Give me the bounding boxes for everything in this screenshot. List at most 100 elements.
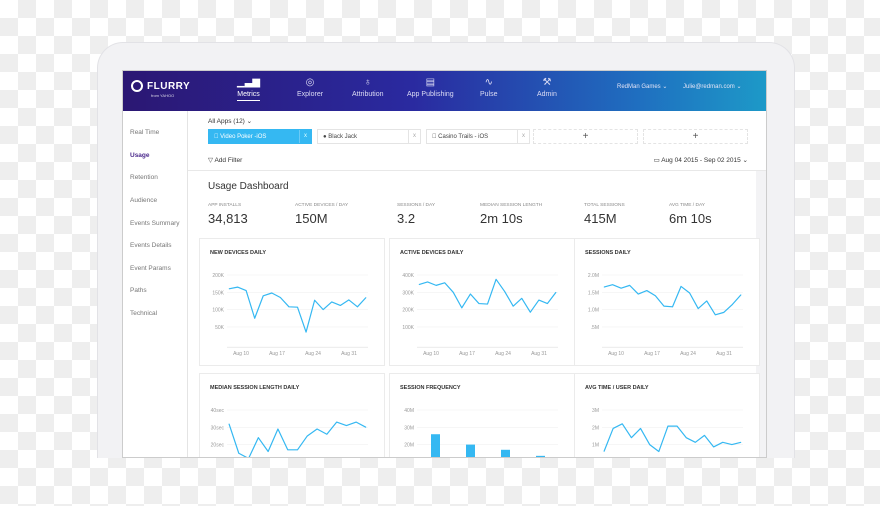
kpi-label: Sessions / Day (397, 203, 436, 208)
all-apps-dropdown[interactable]: All Apps (12) ⌄ (208, 117, 252, 125)
data-point (267, 451, 269, 452)
remove-icon[interactable]: x (299, 130, 311, 143)
sidebar-item-usage[interactable]: Usage (130, 152, 150, 159)
sidebar-item-events-details[interactable]: Events Details (130, 242, 172, 249)
data-point (704, 435, 705, 436)
data-point (340, 305, 341, 306)
data-point (305, 331, 307, 333)
calendar-icon: ▭ (653, 157, 660, 164)
data-point (237, 286, 238, 288)
chart-card-5: AVG TIME / USER DAILY 3M 2M 1M 0M (574, 373, 760, 457)
kpi-avg-time: Avg Time / Day 6m 10s (669, 203, 712, 226)
y-tick-label: 300K (402, 290, 414, 296)
y-tick-label: 40sec (211, 408, 225, 414)
x-tick-label: Aug 10 (423, 351, 439, 357)
kpi-label: Total Sessions (584, 203, 625, 208)
y-tick-label: 400K (402, 273, 414, 279)
data-point (731, 444, 733, 445)
data-point (427, 281, 428, 283)
x-tick-label: Aug 24 (305, 351, 321, 357)
data-point (612, 428, 614, 429)
app-chip-video-poker[interactable]:  Video Poker -iOSx (208, 129, 312, 144)
nav-label: Explorer (297, 91, 324, 98)
x-tick-label: Aug 24 (680, 351, 696, 357)
x-tick-label: Aug 24 (495, 351, 511, 357)
y-tick-label: 150K (212, 290, 224, 296)
data-point (365, 297, 367, 298)
sidebar-item-audience[interactable]: Audience (130, 197, 157, 204)
data-point (228, 288, 230, 290)
series-line (603, 284, 742, 316)
nav-app-publishing[interactable]: ▤ App Publishing (407, 77, 454, 98)
remove-icon[interactable]: x (517, 130, 529, 143)
sidebar-item-real-time[interactable]: Real Time (130, 129, 159, 136)
kpi-median-session: Median Session Length 2m 10s (480, 203, 542, 226)
data-point (355, 421, 357, 423)
chart-svg: 200K 150K 100K 50K Aug 10 Aug 17 Aug 24 Aug 31 (212, 273, 368, 357)
app-screen: FLURRY from YAHOO ▁▃▆ Metrics ◎ Explorer ♁ A… (122, 70, 767, 458)
y-tick-label: 200K (402, 308, 414, 314)
nav-admin[interactable]: ⚒ Admin (537, 77, 557, 98)
top-nav-bar: FLURRY from YAHOO ▁▃▆ Metrics ◎ Explorer ♁ A… (123, 71, 766, 111)
y-tick-label: 20M (404, 443, 414, 449)
flurry-logo[interactable]: FLURRY from YAHOO (131, 80, 190, 98)
nav-pulse[interactable]: ∿ Pulse (480, 77, 498, 98)
nav-explorer[interactable]: ◎ Explorer (297, 77, 323, 98)
app-chip-casino-trails[interactable]:  Casino Trails - iOSx (426, 129, 530, 144)
data-point (487, 303, 488, 305)
y-tick-label: 50K (215, 325, 225, 331)
data-point (336, 421, 337, 423)
data-point (732, 304, 733, 305)
data-point (322, 309, 324, 310)
chart-svg: 40M30M20M10M (404, 408, 558, 457)
y-tick-label: 30M (404, 425, 414, 431)
data-point (621, 423, 623, 425)
app-chip-black-jack[interactable]: ● Black Jack x (317, 129, 421, 144)
sidebar-item-retention[interactable]: Retention (130, 174, 158, 181)
filter-icon: ▽ (208, 157, 213, 164)
data-point (713, 446, 714, 448)
data-point (495, 279, 497, 280)
date-range-picker[interactable]: ▭ Aug 04 2015 - Sep 02 2015 ⌄ (654, 156, 748, 164)
x-tick-label: Aug 10 (608, 351, 624, 357)
sidebar: Real Time Usage Retention Audience Event… (123, 111, 188, 457)
user-menu[interactable]: Julie@redman.com ⌄ (683, 83, 741, 90)
sidebar-item-event-params[interactable]: Event Params (130, 265, 171, 272)
data-point (452, 292, 454, 293)
data-point (277, 428, 279, 430)
data-point (697, 308, 699, 309)
data-point (297, 306, 298, 308)
data-point (676, 425, 678, 427)
nav-metrics[interactable]: ▁▃▆ Metrics (237, 77, 260, 101)
add-app-button[interactable]: + (533, 129, 638, 144)
y-tick-label: 20sec (211, 443, 225, 449)
nav-attribution[interactable]: ♁ Attribution (352, 77, 384, 98)
pulse-icon: ∿ (484, 77, 493, 88)
sidebar-item-events-summary[interactable]: Events Summary (130, 220, 180, 227)
add-filter-button[interactable]: ▽ Add Filter (208, 156, 242, 164)
data-point (722, 441, 724, 443)
sidebar-item-technical[interactable]: Technical (130, 310, 157, 317)
attribution-icon: ♁ (364, 77, 372, 88)
data-point (685, 437, 687, 438)
data-point (228, 423, 230, 425)
data-point (478, 303, 480, 304)
data-point (254, 317, 255, 319)
y-tick-label: 3M (592, 408, 599, 414)
data-point (663, 305, 665, 307)
app-filter-bar: All Apps (12) ⌄  Video Poker -iOSx ● Bl… (188, 111, 766, 171)
kpi-value: 2m 10s (480, 211, 523, 226)
sidebar-item-paths[interactable]: Paths (130, 287, 147, 294)
remove-icon[interactable]: x (408, 130, 420, 143)
chart-card-3: MEDIAN SESSION LENGTH DAILY 40sec 30sec 20s… (199, 373, 385, 457)
data-point (547, 303, 548, 304)
kpi-label: Active Devices / Day (295, 203, 349, 208)
company-select[interactable]: RedMan Games ⌄ (617, 83, 667, 90)
data-point (715, 314, 716, 316)
data-point (245, 290, 247, 291)
kpi-total-sessions: Total Sessions 415M (584, 203, 625, 226)
company-name: RedMan Games (617, 84, 661, 90)
nav-label: App Publishing (407, 91, 454, 98)
logo-sub: from YAHOO (151, 93, 175, 98)
add-app-button[interactable]: + (643, 129, 748, 144)
